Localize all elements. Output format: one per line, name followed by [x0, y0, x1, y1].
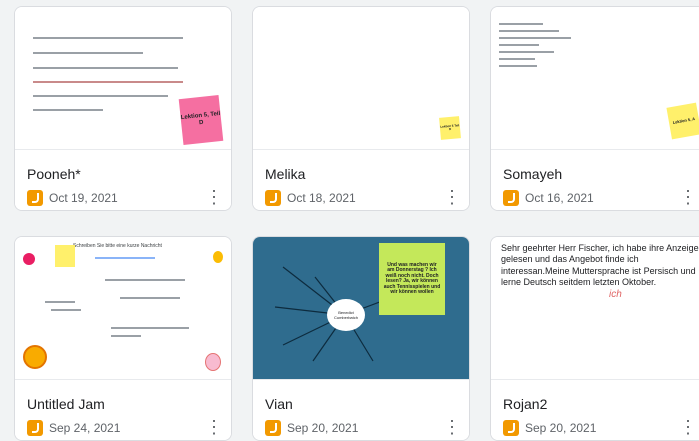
- sticky-note: Lektion 5 Teil D: [439, 116, 461, 140]
- emoji-icon: [23, 345, 47, 369]
- text-line: [45, 301, 75, 303]
- more-options-icon[interactable]: ⋮: [679, 186, 697, 208]
- jam-thumbnail: Sehr geehrter Herr Fischer, ich habe ihr…: [491, 237, 699, 379]
- text-line: [111, 335, 141, 337]
- sticky-note: Lektion 5, Teil D: [178, 95, 224, 145]
- jam-card-somayeh[interactable]: Lektion 5, A Somayeh Oct 16, 2021 ⋮: [490, 6, 699, 211]
- jamboard-icon: [503, 190, 519, 206]
- card-footer: Vian Sep 20, 2021 ⋮: [253, 379, 469, 440]
- text-line: [499, 30, 559, 32]
- jam-title: Somayeh: [503, 166, 563, 182]
- jam-thumbnail: Lektion 5 Teil D: [253, 7, 469, 149]
- sticky-note: Und was machen wir am Donnerstag ? Ich w…: [379, 243, 445, 315]
- sticky-note: Lektion 5, A: [666, 102, 699, 140]
- card-footer: Rojan2 Sep 20, 2021 ⋮: [491, 379, 699, 440]
- handwriting: ich: [609, 289, 622, 300]
- jam-thumbnail: Benedict Cumberbatch Und was machen wir …: [253, 237, 469, 379]
- sticky-text: Und was machen wir am Donnerstag ? Ich w…: [383, 261, 441, 295]
- sticky-note: [55, 245, 75, 267]
- text-line: [499, 23, 543, 25]
- jam-title: Melika: [265, 166, 306, 182]
- sticky-text: Lektion 5, Teil D: [180, 111, 221, 127]
- prompt-text: Schreiben Sie bitte eine kurze Nachricht: [73, 243, 162, 249]
- jam-card-melika[interactable]: Lektion 5 Teil D Melika Oct 18, 2021 ⋮: [252, 6, 470, 211]
- card-footer: Somayeh Oct 16, 2021 ⋮: [491, 149, 699, 210]
- jam-title: Untitled Jam: [27, 396, 105, 412]
- text-line: [33, 109, 103, 111]
- more-options-icon[interactable]: ⋮: [443, 186, 461, 208]
- jamboard-icon: [503, 420, 519, 436]
- text-line: [33, 52, 143, 54]
- pink-circle: [23, 253, 35, 265]
- letter-text: Sehr geehrter Herr Fischer, ich habe ihr…: [501, 243, 699, 287]
- jam-date: Sep 20, 2021: [287, 421, 359, 435]
- card-footer: Melika Oct 18, 2021 ⋮: [253, 149, 469, 210]
- jamboard-icon: [265, 420, 281, 436]
- jam-card-untitled[interactable]: Schreiben Sie bitte eine kurze Nachricht…: [14, 236, 232, 441]
- jam-title: Vian: [265, 396, 293, 412]
- sticky-text: Lektion 5 Teil D: [440, 122, 460, 132]
- text-line: [33, 81, 183, 83]
- card-footer: Untitled Jam Sep 24, 2021 ⋮: [15, 379, 231, 440]
- jam-date: Sep 24, 2021: [49, 421, 121, 435]
- more-options-icon[interactable]: ⋮: [205, 186, 223, 208]
- jam-date: Oct 16, 2021: [525, 191, 594, 205]
- center-node-text: Benedict Cumberbatch: [333, 310, 358, 320]
- jam-card-rojan2[interactable]: Sehr geehrter Herr Fischer, ich habe ihr…: [490, 236, 699, 441]
- text-line: [111, 327, 189, 329]
- jam-card-pooneh[interactable]: Lektion 5, Teil D Pooneh* Oct 19, 2021 ⋮: [14, 6, 232, 211]
- text-line: [105, 279, 185, 281]
- text-line: [51, 309, 81, 311]
- text-line: [499, 44, 539, 46]
- center-node: Benedict Cumberbatch: [327, 299, 365, 331]
- jam-thumbnail: Schreiben Sie bitte eine kurze Nachricht: [15, 237, 231, 379]
- jamboard-icon: [27, 190, 43, 206]
- smiley-icon: [213, 251, 223, 263]
- text-line: [95, 257, 155, 259]
- jam-date: Oct 18, 2021: [287, 191, 356, 205]
- sticky-text: Lektion 5, A: [672, 115, 696, 125]
- jam-thumbnail: Lektion 5, A: [491, 7, 699, 149]
- jam-date: Oct 19, 2021: [49, 191, 118, 205]
- text-line: [499, 58, 535, 60]
- text-line: [499, 65, 537, 67]
- jamboard-icon: [265, 190, 281, 206]
- text-line: [33, 37, 183, 39]
- jam-thumbnail: Lektion 5, Teil D: [15, 7, 231, 149]
- face-icon: [205, 353, 221, 371]
- jam-title: Rojan2: [503, 396, 548, 412]
- jam-title: Pooneh*: [27, 166, 81, 182]
- text-line: [120, 297, 180, 299]
- card-footer: Pooneh* Oct 19, 2021 ⋮: [15, 149, 231, 210]
- jam-date: Sep 20, 2021: [525, 421, 597, 435]
- jamboard-icon: [27, 420, 43, 436]
- jam-card-vian[interactable]: Benedict Cumberbatch Und was machen wir …: [252, 236, 470, 441]
- text-line: [499, 51, 554, 53]
- text-line: [499, 37, 571, 39]
- text-line: [33, 95, 168, 97]
- text-line: [33, 67, 178, 69]
